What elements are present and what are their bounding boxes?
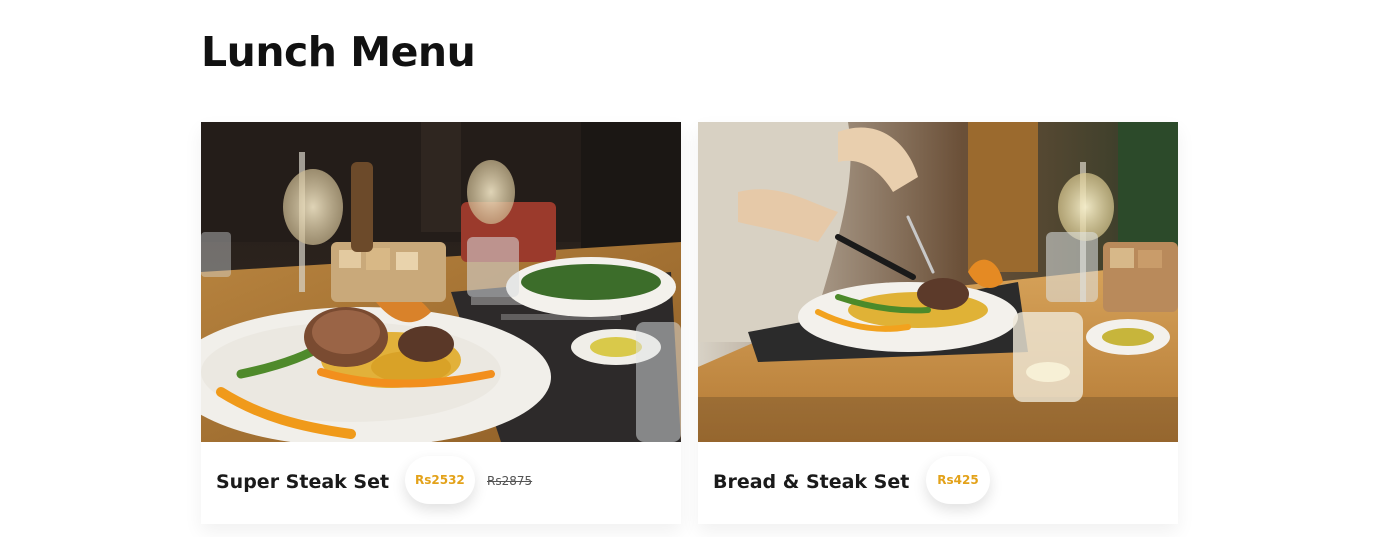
menu-item-name[interactable]: Super Steak Set (216, 471, 389, 493)
old-price: Rs2875 (487, 474, 533, 488)
menu-card-super-steak-set[interactable]: Super Steak Set Rs2532 Rs2875 (201, 122, 681, 524)
price-badge: Rs425 (926, 456, 990, 504)
menu-item-photo[interactable] (201, 122, 681, 442)
menu-item-photo[interactable] (698, 122, 1178, 442)
page-title: Lunch Menu (201, 28, 476, 76)
menu-card-bread-steak-set[interactable]: Bread & Steak Set Rs425 (698, 122, 1178, 524)
price-badge: Rs2532 (405, 456, 475, 504)
menu-card-footer: Super Steak Set Rs2532 (201, 442, 681, 524)
menu-item-name[interactable]: Bread & Steak Set (713, 471, 909, 493)
menu-card-footer: Bread & Steak Set Rs425 (698, 442, 1178, 524)
lunch-menu-page: Lunch Menu Super Steak Set Rs2532 Rs2875… (0, 0, 1380, 537)
